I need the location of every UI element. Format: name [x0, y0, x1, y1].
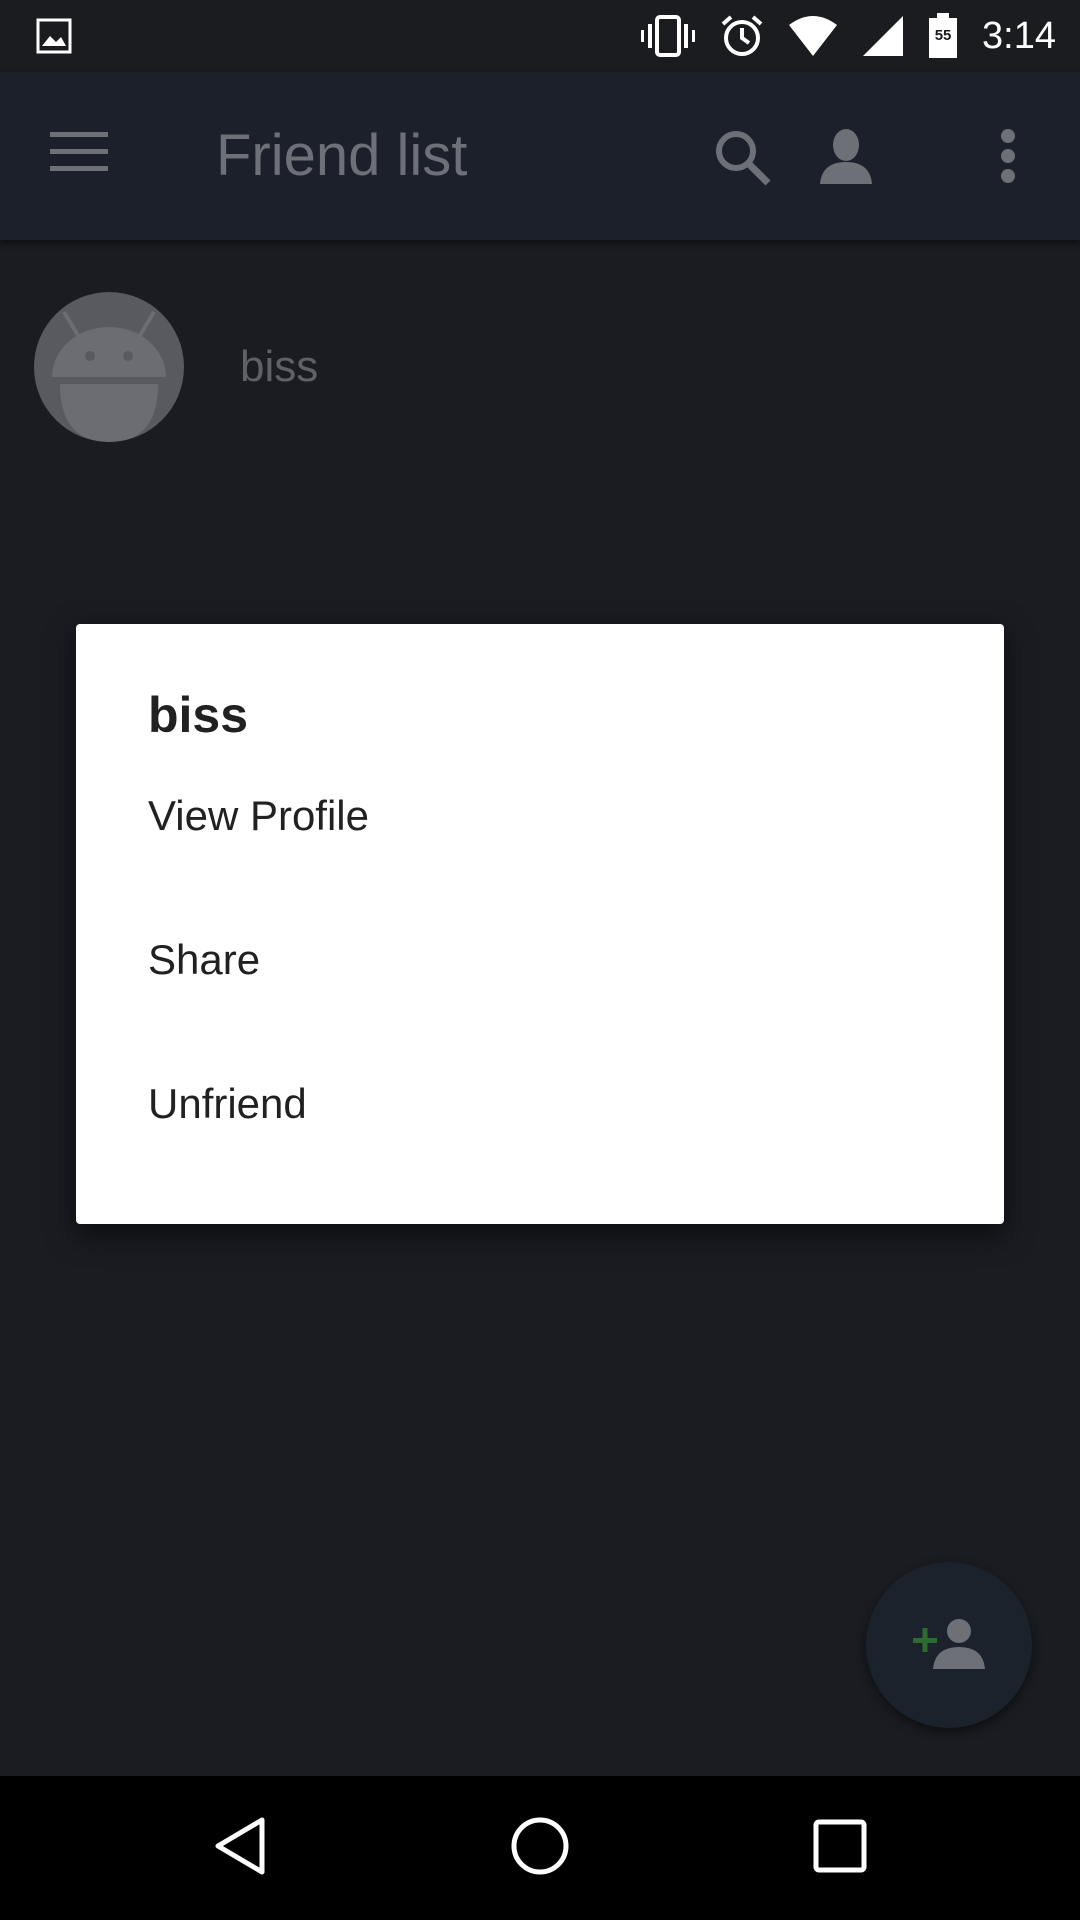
account-icon[interactable] — [820, 128, 872, 189]
status-time: 3:14 — [982, 14, 1056, 57]
battery-level-text: 55 — [934, 27, 952, 44]
toolbar: Friend list — [0, 72, 1080, 240]
vibrate-icon — [640, 14, 696, 58]
view-profile-option[interactable]: View Profile — [76, 744, 1004, 888]
share-option[interactable]: Share — [76, 888, 1004, 1032]
more-vert-icon[interactable] — [1000, 128, 1016, 189]
screen: 55 3:14 Friend list biss biss View Profi… — [0, 0, 1080, 1920]
home-icon[interactable] — [510, 1816, 570, 1881]
add-friend-button[interactable] — [866, 1562, 1032, 1728]
unfriend-option[interactable]: Unfriend — [76, 1032, 1004, 1176]
cell-signal-icon — [862, 15, 904, 57]
back-icon[interactable] — [212, 1816, 268, 1881]
friend-options-dialog: biss View Profile Share Unfriend — [76, 624, 1004, 1224]
wifi-icon — [788, 15, 838, 57]
dialog-title: biss — [148, 687, 249, 743]
friend-list-item[interactable]: biss — [0, 292, 1080, 442]
image-notification-icon — [36, 18, 72, 58]
navigation-bar — [0, 1776, 1080, 1920]
battery-icon: 55 — [928, 13, 958, 59]
android-avatar-icon — [34, 292, 184, 442]
status-bar: 55 3:14 — [0, 0, 1080, 72]
search-icon[interactable] — [712, 127, 772, 192]
friend-name: biss — [240, 342, 319, 391]
recents-icon[interactable] — [812, 1816, 868, 1881]
alarm-icon — [720, 14, 764, 58]
menu-icon[interactable] — [50, 130, 108, 179]
add-friend-icon — [913, 1617, 985, 1674]
page-title: Friend list — [216, 123, 468, 188]
